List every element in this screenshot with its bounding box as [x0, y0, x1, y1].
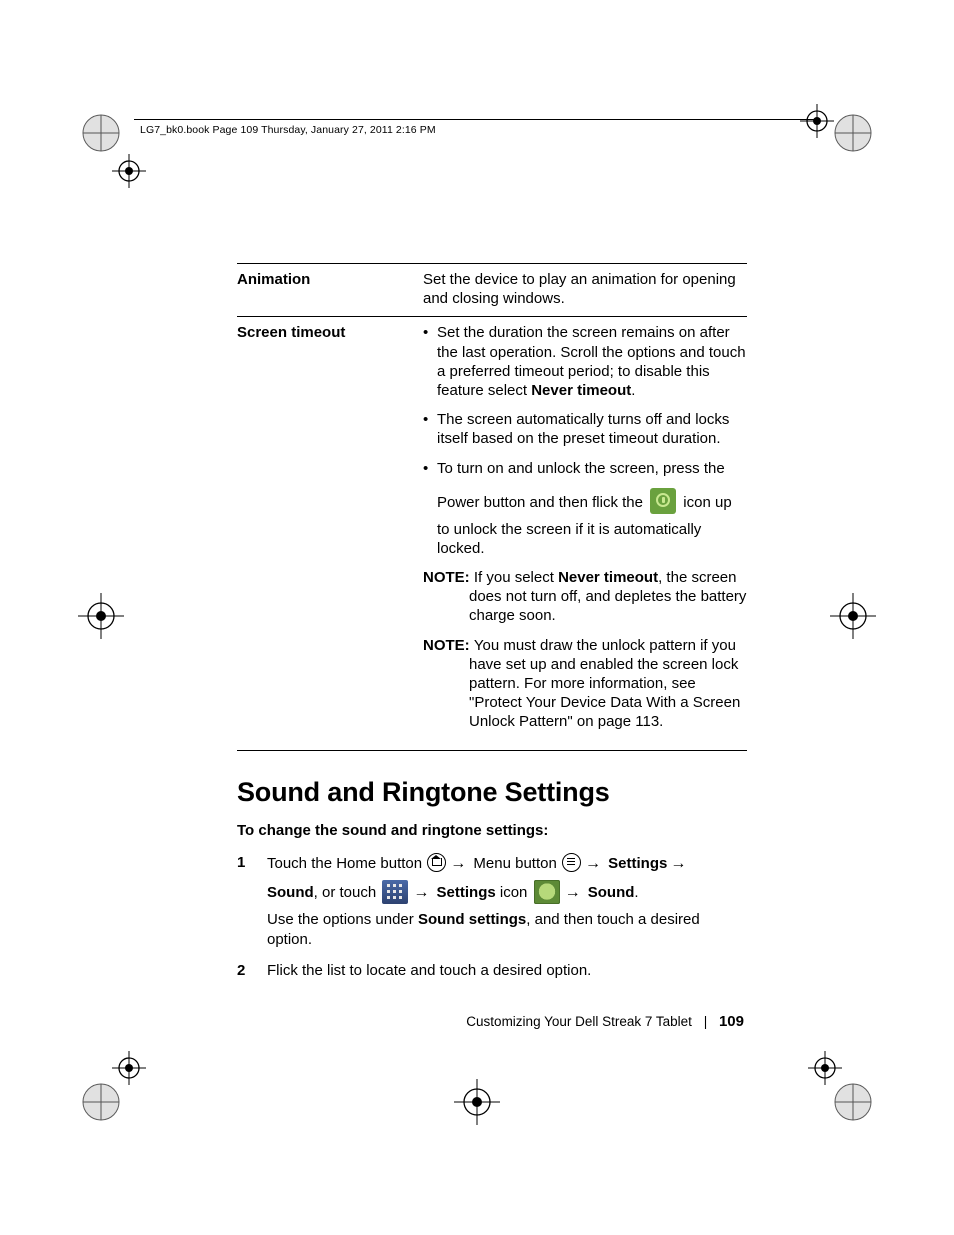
crop-mark-icon — [112, 154, 146, 188]
crop-mark-icon — [78, 593, 124, 639]
text: If you select — [474, 569, 558, 586]
chapter-title: Customizing Your Dell Streak 7 Tablet — [466, 1014, 692, 1029]
crop-mark-icon — [800, 104, 834, 138]
crop-mark-icon — [830, 593, 876, 639]
subheading: To change the sound and ringtone setting… — [237, 822, 747, 839]
table-row: Animation Set the device to play an anim… — [237, 264, 747, 317]
list-item: 2 Flick the list to locate and touch a d… — [237, 961, 747, 981]
body-content: Animation Set the device to play an anim… — [237, 263, 747, 991]
crop-mark-icon — [830, 1079, 876, 1125]
row-desc: Set the duration the screen remains on a… — [423, 317, 747, 750]
crop-mark-icon — [78, 110, 124, 156]
text: icon — [496, 884, 532, 901]
text: Flick the list to locate and touch a des… — [267, 962, 591, 979]
table-row: Screen timeout Set the duration the scre… — [237, 317, 747, 750]
section-heading: Sound and Ringtone Settings — [237, 777, 747, 808]
text: , the screen — [658, 569, 736, 586]
arrow-right-icon: → — [565, 884, 581, 901]
text: . — [634, 884, 638, 901]
page-footer: Customizing Your Dell Streak 7 Tablet | … — [466, 1013, 744, 1030]
arrow-right-icon: → — [413, 884, 429, 901]
bold-text: Settings — [608, 855, 667, 872]
text: You must draw the unlock pattern if you — [474, 637, 736, 654]
settings-table: Animation Set the device to play an anim… — [237, 263, 747, 751]
bold-text: Never timeout — [558, 569, 658, 586]
text: Use the options under — [267, 911, 418, 928]
separator: | — [704, 1014, 708, 1029]
arrow-right-icon: → — [670, 855, 686, 872]
row-label: Animation — [237, 264, 423, 317]
crop-mark-icon — [112, 1051, 146, 1085]
row-label: Screen timeout — [237, 317, 423, 750]
text: . — [631, 382, 635, 399]
note: NOTE: If you select Never timeout, the s… — [423, 568, 747, 626]
note-label: NOTE: — [423, 637, 474, 654]
note-label: NOTE: — [423, 569, 474, 586]
text: does not turn off, and depletes the batt… — [423, 587, 747, 625]
bold-text: Sound — [267, 884, 314, 901]
lock-icon — [650, 488, 676, 514]
list-item: Set the duration the screen remains on a… — [423, 323, 747, 400]
menu-icon — [562, 853, 581, 872]
text: Power button and then flick the — [437, 494, 647, 511]
settings-icon — [534, 880, 560, 904]
bold-text: Never timeout — [531, 382, 631, 399]
step-number: 1 — [237, 853, 245, 873]
bold-text: Sound settings — [418, 911, 526, 928]
crop-mark-icon — [78, 1079, 124, 1125]
bold-text: Settings — [437, 884, 496, 901]
crop-mark-icon — [830, 110, 876, 156]
text: Menu button — [469, 855, 561, 872]
crop-mark-icon — [454, 1079, 500, 1125]
crop-mark-icon — [808, 1051, 842, 1085]
header-text: LG7_bk0.book Page 109 Thursday, January … — [140, 124, 436, 136]
text: to unlock the screen if it is automatica… — [437, 520, 747, 558]
list-item: To turn on and unlock the screen, press … — [423, 459, 747, 559]
step-number: 2 — [237, 961, 245, 981]
arrow-right-icon: → — [450, 855, 466, 872]
home-icon — [427, 853, 446, 872]
steps-list: 1 Touch the Home button → Menu button → … — [237, 853, 747, 981]
list-item: The screen automatically turns off and l… — [423, 410, 747, 448]
list-item: 1 Touch the Home button → Menu button → … — [237, 853, 747, 951]
header-rule — [134, 119, 820, 120]
text: , or touch — [314, 884, 381, 901]
apps-grid-icon — [382, 880, 408, 904]
text: Touch the Home button — [267, 855, 426, 872]
text: icon up — [679, 494, 732, 511]
text: To turn on and unlock the screen, press … — [437, 459, 747, 478]
arrow-right-icon: → — [585, 855, 601, 872]
text: have set up and enabled the screen lock … — [423, 655, 747, 732]
page-number: 109 — [719, 1013, 744, 1030]
row-desc: Set the device to play an animation for … — [423, 264, 747, 317]
page: LG7_bk0.book Page 109 Thursday, January … — [0, 0, 954, 1235]
bold-text: Sound — [588, 884, 635, 901]
note: NOTE: You must draw the unlock pattern i… — [423, 636, 747, 732]
